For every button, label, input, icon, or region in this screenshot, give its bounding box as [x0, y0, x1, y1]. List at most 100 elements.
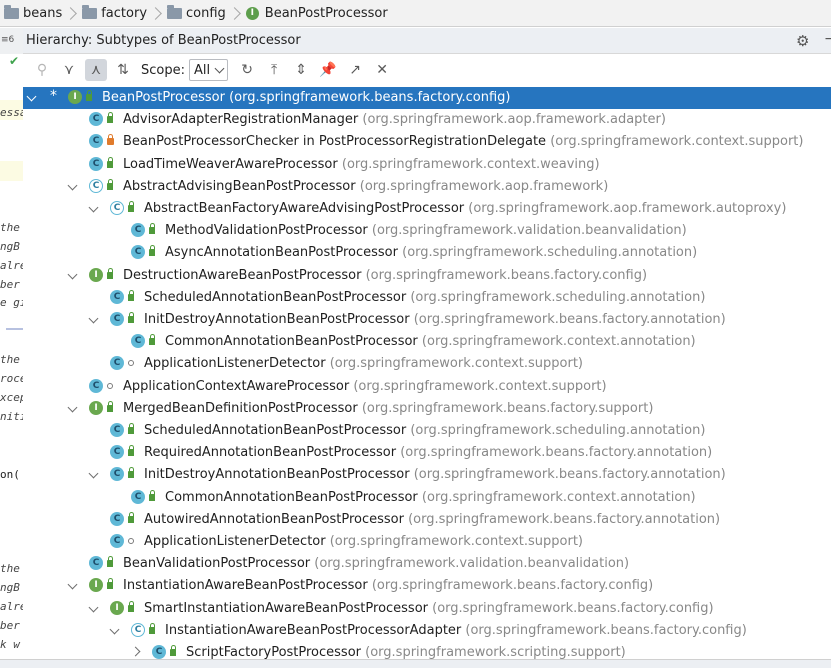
tree-row[interactable]: C RequiredAnnotationBeanPostProcessor (or… — [23, 442, 831, 464]
editor-line: ber — [0, 278, 20, 291]
refresh-icon[interactable]: ↻ — [236, 59, 258, 81]
type-hierarchy-icon[interactable]: ⋎ — [58, 59, 80, 81]
tree-row[interactable]: C BeanValidationPostProcessor (org.spring… — [23, 553, 831, 575]
class-name: CommonAnnotationBeanPostProcessor — [165, 489, 418, 505]
tree-row[interactable]: C AsyncAnnotationBeanPostProcessor (org.s… — [23, 242, 831, 264]
tree-row-label: ApplicationListenerDetector (org.springf… — [144, 356, 583, 371]
chevron-down-icon[interactable] — [26, 91, 37, 102]
editor-line: ber — [0, 619, 20, 632]
tree-row[interactable]: C AutowiredAnnotationBeanPostProcessor (o… — [23, 509, 831, 531]
package-name: (org.springframework.aop.framework.autop… — [468, 201, 787, 216]
tree-row[interactable]: C CommonAnnotationBeanPostProcessor (org.… — [23, 487, 831, 509]
open-in-window-icon[interactable]: ↗ — [344, 59, 366, 81]
expand-all-icon[interactable]: ⤒ — [263, 59, 285, 81]
tree-row[interactable]: C ApplicationListenerDetector (org.spring… — [23, 353, 831, 375]
editor-line: the — [0, 353, 20, 366]
package-access-icon — [128, 538, 134, 544]
editor-line: the — [0, 562, 20, 575]
chevron-down-icon[interactable] — [109, 624, 120, 635]
tree-row[interactable]: C ScheduledAnnotationBeanPostProcessor (o… — [23, 420, 831, 442]
pin-icon[interactable]: 📌 — [317, 59, 339, 81]
interface-icon: I — [110, 600, 124, 615]
tree-row-label: InstantiationAwareBeanPostProcessor (org… — [123, 578, 653, 593]
gear-icon[interactable]: ⚙ — [796, 32, 809, 50]
tree-row[interactable]: C AbstractBeanFactoryAwareAdvisingPostPro… — [23, 198, 831, 220]
tree-row[interactable]: C ApplicationContextAwareProcessor (org.s… — [23, 376, 831, 398]
tree-row[interactable]: C AbstractAdvisingBeanPostProcessor (org.… — [23, 176, 831, 198]
tree-row[interactable]: C InitDestroyAnnotationBeanPostProcessor … — [23, 309, 831, 331]
class-name: InitDestroyAnnotationBeanPostProcessor — [144, 467, 410, 483]
tree-row-label: DestructionAwareBeanPostProcessor (org.s… — [123, 268, 647, 283]
chevron-right-icon — [227, 6, 241, 20]
tree-row-label: AbstractAdvisingBeanPostProcessor (org.s… — [123, 179, 608, 194]
chevron-down-icon[interactable] — [88, 602, 99, 613]
class-name: MergedBeanDefinitionPostProcessor — [123, 400, 358, 416]
class-name: ScriptFactoryPostProcessor — [186, 645, 362, 660]
class-icon: C — [110, 511, 124, 526]
class-icon: C — [89, 378, 103, 393]
package-name: (org.springframework.beans.factory.annot… — [413, 467, 726, 483]
tree-row[interactable]: I SmartInstantiationAwareBeanPostProcesso… — [23, 598, 831, 620]
breadcrumb: beans factory config I BeanPostProcessor — [0, 0, 831, 27]
class-icon: C — [110, 467, 124, 482]
tree-row[interactable]: I InstantiationAwareBeanPostProcessor (or… — [23, 575, 831, 597]
minimize-icon[interactable]: − — [824, 31, 831, 47]
editor-gutter: ≡6 — [0, 28, 23, 54]
tree-row[interactable]: I DestructionAwareBeanPostProcessor (org.… — [23, 265, 831, 287]
chevron-down-icon[interactable] — [88, 313, 99, 324]
package-name: (org.springframework.context.support) — [329, 534, 583, 549]
tree-row[interactable]: C CommonAnnotationBeanPostProcessor (org.… — [23, 331, 831, 353]
collapse-all-icon[interactable]: ⇕ — [290, 59, 312, 81]
tree-row-label: BeanPostProcessor (org.springframework.b… — [102, 90, 511, 105]
editor-line: e gi — [0, 296, 24, 309]
package-name: (org.springframework.aop.framework) — [359, 178, 609, 194]
breadcrumb-item-beans[interactable]: beans — [4, 0, 62, 27]
editor-line: essa — [0, 106, 24, 119]
scope-dropdown[interactable]: All — [188, 59, 229, 81]
editor-line: k w — [0, 638, 20, 651]
panel-title: Hierarchy: Subtypes of BeanPostProcessor — [26, 33, 301, 48]
folder-icon — [167, 4, 183, 19]
tree-row[interactable]: C BeanPostProcessorChecker in PostProcess… — [23, 131, 831, 153]
tree-row[interactable]: * I BeanPostProcessor (org.springframework… — [23, 87, 831, 109]
supertypes-hierarchy-icon[interactable]: ⚲ — [31, 59, 53, 81]
breadcrumb-item-factory[interactable]: factory — [82, 0, 147, 27]
tree-row[interactable]: C LoadTimeWeaverAwareProcessor (org.sprin… — [23, 154, 831, 176]
sort-alphabetically-icon[interactable]: ⇅ — [112, 59, 134, 81]
tree-row[interactable]: C ScheduledAnnotationBeanPostProcessor (o… — [23, 287, 831, 309]
chevron-down-icon[interactable] — [67, 269, 78, 280]
package-name: (org.springframework.scheduling.annotati… — [410, 423, 706, 438]
breadcrumb-item-beanpostprocessor[interactable]: I BeanPostProcessor — [245, 0, 388, 27]
editor-line: the — [0, 221, 20, 234]
breadcrumb-item-config[interactable]: config — [167, 0, 226, 27]
tree-row[interactable]: I MergedBeanDefinitionPostProcessor (org.… — [23, 398, 831, 420]
package-name: (org.springframework.context.annotation) — [421, 334, 696, 350]
chevron-down-icon[interactable] — [67, 180, 78, 191]
package-name: (org.springframework.scripting.support) — [365, 645, 626, 660]
close-icon[interactable]: ✕ — [371, 59, 393, 81]
chevron-right-icon[interactable] — [130, 646, 141, 657]
panel-header: Hierarchy: Subtypes of BeanPostProcessor… — [23, 28, 831, 54]
interface-icon: I — [89, 267, 103, 282]
tree-row[interactable]: C InitDestroyAnnotationBeanPostProcessor … — [23, 464, 831, 486]
class-name: MethodValidationPostProcessor — [165, 223, 368, 239]
subtypes-hierarchy-icon[interactable]: ⋏ — [85, 59, 107, 81]
package-name: (org.springframework.beans.factory.confi… — [371, 578, 654, 594]
chevron-down-icon[interactable] — [88, 468, 99, 479]
class-name: ScheduledAnnotationBeanPostProcessor — [144, 289, 407, 305]
chevron-down-icon[interactable] — [67, 402, 78, 413]
class-name: AbstractAdvisingBeanPostProcessor — [123, 178, 356, 194]
editor-strip[interactable]: ≡6 ✔ essa the ngB alre ber e gi the roce… — [0, 28, 24, 667]
class-name: BeanPostProcessorChecker in PostProcesso… — [123, 134, 547, 150]
tree-row[interactable]: C AdvisorAdapterRegistrationManager (org.… — [23, 109, 831, 131]
tree-row[interactable]: C ApplicationListenerDetector (org.spring… — [23, 531, 831, 553]
tree-row[interactable]: C MethodValidationPostProcessor (org.spri… — [23, 220, 831, 242]
class-icon: C — [89, 556, 103, 571]
folder-icon — [82, 4, 98, 19]
package-access-icon — [128, 360, 134, 367]
chevron-down-icon[interactable] — [88, 202, 99, 213]
class-name: AsyncAnnotationBeanPostProcessor — [165, 245, 398, 261]
class-name: DestructionAwareBeanPostProcessor — [123, 267, 362, 283]
tree-row[interactable]: C InstantiationAwareBeanPostProcessorAdap… — [23, 620, 831, 642]
chevron-down-icon[interactable] — [67, 579, 78, 590]
